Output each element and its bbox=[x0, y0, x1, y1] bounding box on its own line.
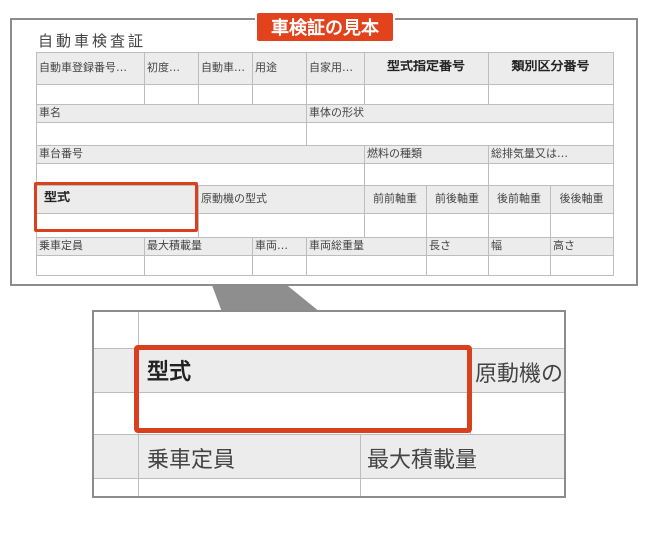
label-first-registration: 初度… bbox=[147, 61, 180, 74]
label-vehicle-name: 車名 bbox=[39, 106, 61, 119]
zoom-panel: 型式 原動機の 乗車定員 最大積載量 bbox=[92, 310, 566, 498]
label-private-business: 自家用… bbox=[309, 61, 353, 74]
zoom-label-passenger-capacity: 乗車定員 bbox=[147, 448, 236, 473]
label-chassis-number: 車台番号 bbox=[39, 147, 83, 160]
label-usage: 用途 bbox=[255, 61, 277, 74]
label-length: 長さ bbox=[429, 239, 451, 252]
zoom-model-highlight-box bbox=[134, 345, 472, 433]
label-max-load: 最大積載量 bbox=[147, 239, 202, 252]
label-body-shape: 車体の形状 bbox=[309, 106, 364, 119]
label-vehicle-weight: 車両… bbox=[255, 239, 288, 252]
label-category-number: 類別区分番号 bbox=[511, 60, 590, 74]
document-title: 自動車検査証 bbox=[38, 32, 147, 50]
label-height: 高さ bbox=[553, 239, 575, 252]
label-fuel-type: 燃料の種類 bbox=[367, 147, 422, 160]
sample-badge: 車検証の見本 bbox=[255, 11, 395, 43]
label-type-designation-number: 型式指定番号 bbox=[386, 60, 465, 74]
label-passenger-capacity: 乗車定員 bbox=[39, 239, 83, 252]
model-highlight-box bbox=[34, 182, 198, 232]
label-rear-rear-axle: 後後軸重 bbox=[559, 192, 604, 205]
label-width: 幅 bbox=[491, 239, 502, 252]
label-gross-vehicle-weight: 車両総重量 bbox=[309, 239, 364, 252]
label-registration-number: 自動車登録番号… bbox=[39, 61, 127, 74]
label-front-front-axle: 前前軸重 bbox=[373, 192, 417, 205]
label-engine-model: 原動機の型式 bbox=[201, 192, 267, 205]
zoom-label-engine: 原動機の bbox=[475, 362, 564, 387]
label-rear-front-axle: 後前軸重 bbox=[497, 192, 541, 205]
label-vehicle-type: 自動車… bbox=[201, 61, 245, 74]
label-displacement: 総排気量又は… bbox=[491, 147, 568, 160]
zoom-label-max-load: 最大積載量 bbox=[367, 448, 478, 473]
label-front-rear-axle: 前後軸重 bbox=[435, 192, 479, 205]
